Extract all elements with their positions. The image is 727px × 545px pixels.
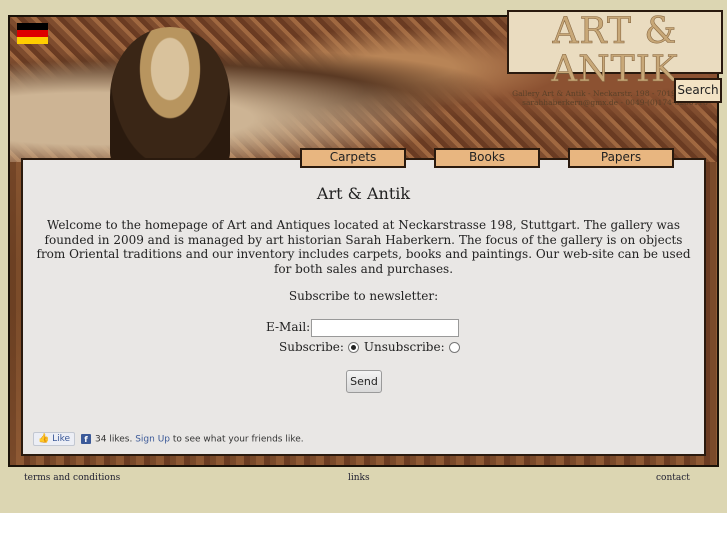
facebook-signup-link[interactable]: Sign Up [135, 435, 170, 445]
contact-link[interactable]: contact [656, 473, 690, 483]
unsubscribe-label: Unsubscribe: [363, 340, 445, 354]
portrait-photo [110, 27, 230, 167]
logo[interactable]: ART & ANTIK Gallery Art & Antik - Neckar… [507, 10, 723, 107]
like-label: Like [52, 434, 71, 444]
email-field[interactable] [311, 319, 459, 337]
send-button[interactable]: Send [346, 370, 382, 393]
search-button[interactable]: Search [674, 78, 722, 103]
links-link[interactable]: links [348, 473, 370, 483]
facebook-icon: f [81, 434, 92, 444]
germany-flag-icon[interactable] [17, 23, 48, 44]
terms-link[interactable]: terms and conditions [24, 473, 120, 483]
subscribe-radio[interactable] [347, 342, 359, 353]
facebook-suffix: to see what your friends like. [172, 434, 304, 445]
facebook-like-button[interactable]: 👍 Like [33, 432, 76, 446]
unsubscribe-radio[interactable] [448, 342, 460, 353]
page-title: Art & Antik [316, 184, 411, 203]
subscribe-label: Subscribe: [279, 340, 344, 354]
welcome-text: Welcome to the homepage of Art and Antiq… [36, 218, 691, 276]
tab-books[interactable]: Books [434, 148, 540, 168]
main-content: Art & Antik Welcome to the homepage of A… [21, 158, 706, 456]
email-label: E-Mail: [266, 320, 311, 334]
like-count: 34 likes. [95, 434, 133, 445]
subscription-options: Subscribe: Unsubscribe: [279, 340, 465, 354]
tab-carpets[interactable]: Carpets [300, 148, 406, 168]
newsletter-title: Subscribe to newsletter: [288, 289, 439, 303]
tab-papers[interactable]: Papers [568, 148, 674, 168]
facebook-like-box: 👍 Like f 34 likes. Sign Up to see what you… [33, 432, 304, 446]
thumbs-up-icon: 👍 [38, 434, 50, 444]
